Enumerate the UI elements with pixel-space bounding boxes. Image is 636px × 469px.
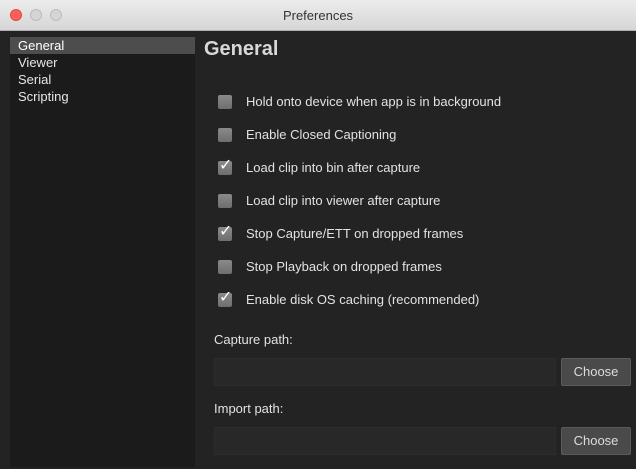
checkmark-icon: ✓	[219, 223, 233, 240]
sidebar: General Viewer Serial Scripting	[10, 37, 195, 467]
option-row: ✓ Enable disk OS caching (recommended)	[218, 289, 501, 323]
window-title: Preferences	[282, 8, 354, 23]
preferences-window: Preferences General Viewer Serial Script…	[0, 0, 636, 469]
stop-capture-checkbox[interactable]: ✓	[218, 223, 232, 241]
option-row: Stop Playback on dropped frames	[218, 257, 501, 290]
load-clip-viewer-checkbox[interactable]	[218, 194, 232, 208]
load-clip-bin-checkbox[interactable]: ✓	[218, 157, 232, 175]
options-list: Hold onto device when app is in backgrou…	[218, 92, 501, 323]
sidebar-item-serial[interactable]: Serial	[10, 71, 195, 88]
sidebar-item-viewer[interactable]: Viewer	[10, 54, 195, 71]
option-label: Stop Capture/ETT on dropped frames	[246, 226, 464, 241]
capture-path-label: Capture path:	[214, 332, 293, 347]
title-bar[interactable]: Preferences	[0, 0, 636, 31]
import-path-input[interactable]	[214, 427, 556, 455]
disk-caching-checkbox[interactable]: ✓	[218, 289, 232, 307]
capture-path-input[interactable]	[214, 358, 556, 386]
checkmark-icon: ✓	[219, 157, 233, 174]
option-label: Load clip into viewer after capture	[246, 193, 441, 208]
capture-choose-button[interactable]: Choose	[561, 358, 631, 386]
option-label: Enable Closed Captioning	[246, 127, 397, 142]
option-label: Load clip into bin after capture	[246, 160, 421, 175]
sidebar-item-scripting[interactable]: Scripting	[10, 88, 195, 105]
page-title: General	[204, 38, 279, 60]
option-label: Stop Playback on dropped frames	[246, 259, 442, 274]
checkmark-icon: ✓	[219, 289, 233, 306]
hold-device-checkbox[interactable]	[218, 95, 232, 109]
option-row: Hold onto device when app is in backgrou…	[218, 92, 501, 125]
option-row: ✓ Load clip into bin after capture	[218, 157, 501, 191]
option-label: Hold onto device when app is in backgrou…	[246, 94, 502, 109]
import-path-label: Import path:	[214, 401, 284, 416]
option-row: ✓ Stop Capture/ETT on dropped frames	[218, 223, 501, 257]
stop-playback-checkbox[interactable]	[218, 260, 232, 274]
closed-captioning-checkbox[interactable]	[218, 128, 232, 142]
option-label: Enable disk OS caching (recommended)	[246, 292, 480, 307]
sidebar-item-general[interactable]: General	[10, 37, 195, 54]
import-choose-button[interactable]: Choose	[561, 427, 631, 455]
option-row: Enable Closed Captioning	[218, 125, 501, 158]
option-row: Load clip into viewer after capture	[218, 191, 501, 224]
